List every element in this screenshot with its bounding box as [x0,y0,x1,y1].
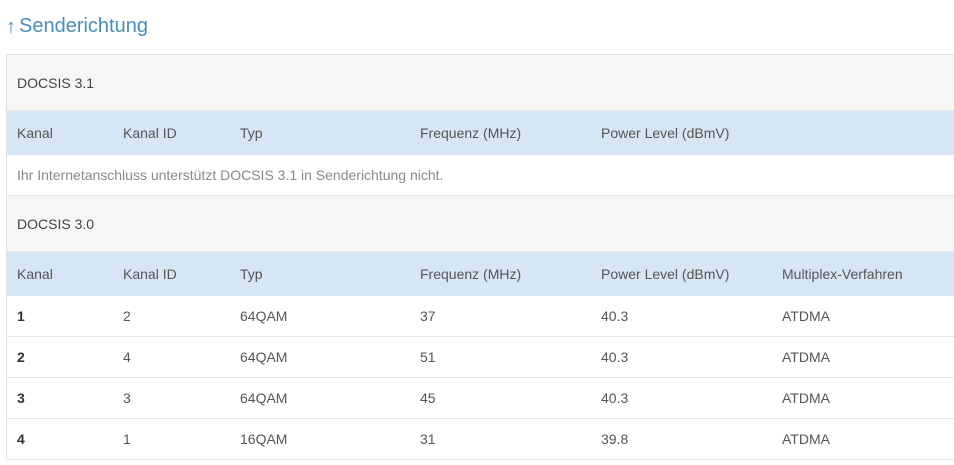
cell-typ: 16QAM [240,431,288,447]
docsis31-unsupported-note: Ihr Internetanschluss unterstützt DOCSIS… [7,155,954,196]
cell-multiplex: ATDMA [782,308,830,324]
column-header: Kanal ID [123,125,177,141]
cell-frequenz: 37 [420,308,436,324]
cell-frequenz: 31 [420,431,436,447]
arrow-up-icon: ↑ [6,15,16,38]
column-header: Typ [240,125,263,141]
table-row: 4 1 16QAM 31 39.8 ATDMA [7,419,954,460]
table-header-docsis30: Kanal Kanal ID Typ Frequenz (MHz) Power … [7,252,954,296]
cell-typ: 64QAM [240,390,288,406]
cell-kanal-id: 1 [123,431,131,447]
cell-typ: 64QAM [240,349,288,365]
cell-frequenz: 45 [420,390,436,406]
column-header: Frequenz (MHz) [420,125,522,141]
column-header: Multiplex-Verfahren [782,266,903,282]
cell-power-level: 40.3 [601,390,629,406]
table-row: 3 3 64QAM 45 40.3 ATDMA [7,378,954,419]
column-header: Typ [240,266,263,282]
table-row: 1 2 64QAM 37 40.3 ATDMA [7,296,954,337]
column-header: Frequenz (MHz) [420,266,522,282]
cell-kanal: 1 [17,308,25,324]
cell-kanal: 4 [17,431,25,447]
table-header-docsis31: Kanal Kanal ID Typ Frequenz (MHz) Power … [7,111,954,155]
cell-frequenz: 51 [420,349,436,365]
upstream-table: DOCSIS 3.1 Kanal Kanal ID Typ Frequenz (… [6,54,954,460]
cell-multiplex: ATDMA [782,390,830,406]
table-row: 2 4 64QAM 51 40.3 ATDMA [7,337,954,378]
cell-kanal-id: 2 [123,308,131,324]
group-title-docsis31: DOCSIS 3.1 [7,55,954,111]
column-header: Power Level (dBmV) [601,266,730,282]
group-title-docsis30: DOCSIS 3.0 [7,196,954,252]
cell-kanal: 2 [17,349,25,365]
column-header: Power Level (dBmV) [601,125,730,141]
cell-kanal: 3 [17,390,25,406]
cell-kanal-id: 4 [123,349,131,365]
cell-multiplex: ATDMA [782,349,830,365]
column-header: Kanal ID [123,266,177,282]
cell-power-level: 40.3 [601,349,629,365]
cell-typ: 64QAM [240,308,288,324]
cell-kanal-id: 3 [123,390,131,406]
cell-multiplex: ATDMA [782,431,830,447]
cell-power-level: 39.8 [601,431,629,447]
cell-power-level: 40.3 [601,308,629,324]
section-heading-upstream[interactable]: ↑ Senderichtung [6,12,148,40]
column-header: Kanal [17,266,53,282]
section-heading-label: Senderichtung [19,14,148,37]
column-header: Kanal [17,125,53,141]
